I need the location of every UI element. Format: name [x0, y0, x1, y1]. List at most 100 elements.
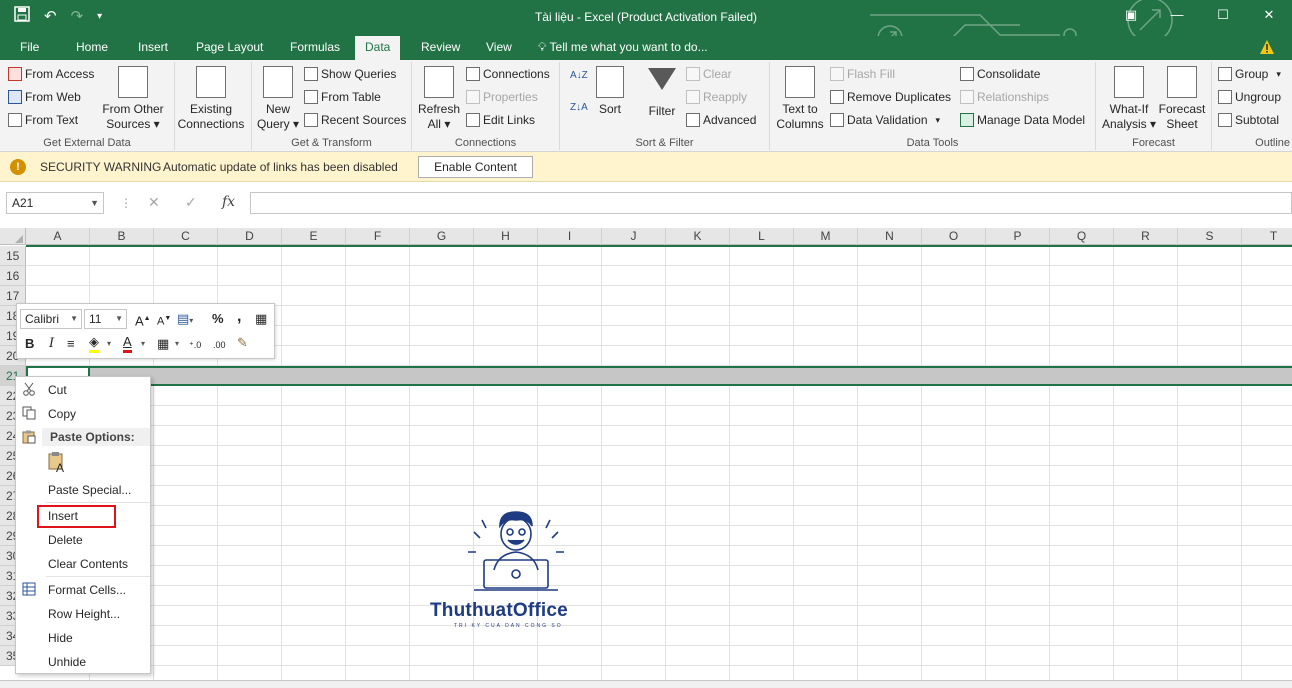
menu-item-paste-special[interactable]: Paste Special...: [48, 482, 131, 498]
what-if-analysis-button[interactable]: What-If Analysis ▾: [1100, 66, 1158, 132]
column-header-n[interactable]: N: [858, 228, 922, 245]
column-header-e[interactable]: E: [282, 228, 346, 245]
name-box[interactable]: A21 ▼: [6, 192, 104, 214]
decrease-decimal-icon[interactable]: .00: [213, 337, 226, 353]
increase-decimal-icon[interactable]: ⁺.0: [189, 337, 201, 353]
format-table-icon[interactable]: ▦: [255, 311, 267, 327]
borders-icon[interactable]: ▦: [157, 336, 169, 352]
decrease-font-icon[interactable]: A▼: [157, 311, 171, 330]
column-header-k[interactable]: K: [666, 228, 730, 245]
select-all-button[interactable]: [0, 228, 26, 245]
from-other-sources-button[interactable]: From Other Sources ▾: [100, 66, 166, 132]
menu-item-hide[interactable]: Hide: [48, 630, 73, 646]
connections-button[interactable]: Connections: [466, 67, 550, 81]
column-header-o[interactable]: O: [922, 228, 986, 245]
column-header-a[interactable]: A: [26, 228, 90, 245]
edit-links-button[interactable]: Edit Links: [466, 113, 535, 127]
italic-button[interactable]: I: [49, 336, 54, 352]
sort-button[interactable]: Sort: [594, 66, 626, 117]
paste-icon[interactable]: A: [48, 451, 68, 473]
bold-button[interactable]: B: [25, 336, 34, 352]
filter-button[interactable]: Filter: [644, 66, 680, 119]
from-access-button[interactable]: From Access: [8, 67, 94, 81]
format-painter-icon[interactable]: ✎: [237, 335, 248, 351]
column-header-h[interactable]: H: [474, 228, 538, 245]
close-icon[interactable]: ✕: [1246, 0, 1292, 30]
tab-review[interactable]: Review: [411, 36, 470, 60]
column-header-j[interactable]: J: [602, 228, 666, 245]
menu-item-delete[interactable]: Delete: [48, 532, 83, 548]
ungroup-button[interactable]: Ungroup: [1218, 90, 1281, 104]
properties-button[interactable]: Properties: [466, 90, 538, 104]
from-web-button[interactable]: From Web: [8, 90, 81, 104]
column-header-c[interactable]: C: [154, 228, 218, 245]
enable-content-button[interactable]: Enable Content: [418, 156, 533, 178]
menu-item-cut[interactable]: Cut: [48, 382, 67, 398]
menu-item-clear-contents[interactable]: Clear Contents: [48, 556, 128, 572]
chevron-down-icon[interactable]: ▾: [175, 336, 179, 352]
percent-style-icon[interactable]: %: [212, 311, 224, 327]
accounting-format-icon[interactable]: ▤▾: [177, 311, 193, 329]
forecast-sheet-button[interactable]: Forecast Sheet: [1156, 66, 1208, 132]
column-header-t[interactable]: T: [1242, 228, 1292, 245]
from-table-button[interactable]: From Table: [304, 90, 381, 104]
minimize-icon[interactable]: —: [1154, 0, 1200, 30]
row-header-15[interactable]: 15: [0, 246, 26, 266]
selected-row-21[interactable]: [26, 366, 1292, 386]
column-header-b[interactable]: B: [90, 228, 154, 245]
menu-item-unhide[interactable]: Unhide: [48, 654, 86, 670]
column-header-s[interactable]: S: [1178, 228, 1242, 245]
sort-descending-button[interactable]: Z↓A: [570, 102, 588, 113]
formula-input[interactable]: [250, 192, 1292, 214]
tab-data[interactable]: Data: [355, 36, 401, 60]
subtotal-button[interactable]: Subtotal: [1218, 113, 1279, 127]
column-header-f[interactable]: F: [346, 228, 410, 245]
column-header-p[interactable]: P: [986, 228, 1050, 245]
chevron-down-icon[interactable]: ▾: [141, 336, 145, 352]
tab-formulas[interactable]: Formulas: [280, 36, 350, 60]
refresh-all-button[interactable]: Refresh All ▾: [416, 66, 462, 132]
worksheet-grid[interactable]: ABCDEFGHIJKLMNOPQRST 15 16 17 18 19 20 21 22 23 2…: [0, 228, 1292, 680]
menu-item-row-height[interactable]: Row Height...: [48, 606, 120, 622]
flash-fill-button[interactable]: Flash Fill: [830, 67, 895, 81]
advanced-button[interactable]: Advanced: [686, 113, 756, 127]
data-validation-button[interactable]: Data Validation ▾: [830, 113, 940, 127]
chevron-down-icon[interactable]: ▾: [107, 336, 111, 352]
remove-duplicates-button[interactable]: Remove Duplicates: [830, 90, 951, 104]
existing-connections-button[interactable]: Existing Connections: [175, 66, 247, 132]
new-query-button[interactable]: New Query ▾: [256, 66, 300, 132]
tab-file[interactable]: File: [10, 36, 49, 60]
warning-icon[interactable]: [1259, 39, 1275, 55]
group-button[interactable]: Group ▾: [1218, 67, 1281, 81]
column-header-q[interactable]: Q: [1050, 228, 1114, 245]
column-header-d[interactable]: D: [218, 228, 282, 245]
sheet-tab-strip[interactable]: [0, 680, 1292, 688]
column-header-i[interactable]: I: [538, 228, 602, 245]
column-header-l[interactable]: L: [730, 228, 794, 245]
consolidate-button[interactable]: Consolidate: [960, 67, 1040, 81]
font-color-icon[interactable]: A: [123, 334, 132, 353]
manage-data-model-button[interactable]: Manage Data Model: [960, 113, 1085, 127]
chevron-down-icon[interactable]: ▼: [90, 193, 99, 213]
column-header-m[interactable]: M: [794, 228, 858, 245]
column-header-r[interactable]: R: [1114, 228, 1178, 245]
relationships-button[interactable]: Relationships: [960, 90, 1049, 104]
tell-me-search[interactable]: 💡︎ Tell me what you want to do...: [538, 36, 708, 60]
font-size-dropdown[interactable]: 11 ▼: [84, 309, 127, 329]
tab-view[interactable]: View: [476, 36, 522, 60]
maximize-icon[interactable]: ☐: [1200, 0, 1246, 30]
comma-style-icon[interactable]: ,: [237, 309, 241, 325]
font-name-dropdown[interactable]: Calibri ▼: [20, 309, 82, 329]
menu-item-copy[interactable]: Copy: [48, 406, 76, 422]
column-header-g[interactable]: G: [410, 228, 474, 245]
clear-button[interactable]: Clear: [686, 67, 732, 81]
tab-page-layout[interactable]: Page Layout: [186, 36, 273, 60]
align-center-icon[interactable]: ≡: [67, 336, 75, 352]
text-to-columns-button[interactable]: Text to Columns: [774, 66, 826, 132]
insert-function-icon[interactable]: fx: [222, 194, 235, 210]
sort-ascending-button[interactable]: A↓Z: [570, 70, 588, 81]
tab-insert[interactable]: Insert: [128, 36, 178, 60]
fill-color-icon[interactable]: ◈: [89, 334, 99, 353]
formula-bar-grip[interactable]: ⋮: [120, 196, 132, 210]
row-header-16[interactable]: 16: [0, 266, 26, 286]
